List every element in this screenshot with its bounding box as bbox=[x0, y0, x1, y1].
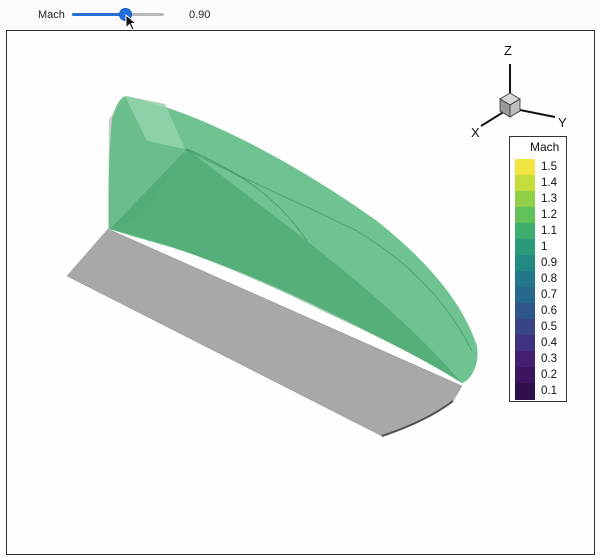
toolbar: Mach 0.90 bbox=[0, 0, 600, 31]
mach-slider-track[interactable] bbox=[72, 8, 164, 21]
legend-swatch bbox=[515, 191, 535, 208]
mach-slider-value: 0.90 bbox=[189, 9, 211, 21]
mach-slider-label: Mach bbox=[38, 9, 65, 21]
legend-tick-label: 1.1 bbox=[541, 225, 557, 237]
legend-tick-label: 0.3 bbox=[541, 353, 557, 365]
axis-label-y: Y bbox=[558, 115, 567, 130]
legend-swatch bbox=[515, 223, 535, 240]
legend-swatch bbox=[515, 255, 535, 272]
legend-swatch bbox=[515, 319, 535, 336]
legend-swatch bbox=[515, 207, 535, 224]
mach-slider-fill bbox=[72, 13, 126, 16]
legend-colorbar bbox=[515, 159, 535, 400]
legend-tick-label: 0.2 bbox=[541, 369, 557, 381]
legend-tick-label: 1.5 bbox=[541, 161, 557, 173]
mach-legend: Mach 1.5 1.4 1.3 1.2 1.1 1 0.9 0.8 0.7 0.6 0.5 0.4 0… bbox=[509, 136, 567, 402]
legend-tick-label: 0.4 bbox=[541, 337, 557, 349]
legend-tick-label: 0.7 bbox=[541, 289, 557, 301]
legend-tick-label: 0.5 bbox=[541, 321, 557, 333]
legend-swatch bbox=[515, 271, 535, 288]
legend-swatch bbox=[515, 335, 535, 352]
legend-swatch bbox=[515, 287, 535, 304]
legend-swatch bbox=[515, 383, 535, 400]
axis-label-z: Z bbox=[504, 43, 512, 58]
orientation-triad bbox=[480, 64, 556, 127]
legend-swatch bbox=[515, 175, 535, 192]
legend-tick-label: 0.1 bbox=[541, 385, 557, 397]
legend-tick-label: 1.2 bbox=[541, 209, 557, 221]
legend-swatch bbox=[515, 159, 535, 176]
legend-swatch bbox=[515, 351, 535, 368]
render-viewport[interactable]: Z Y X Mach 1.5 1.4 1.3 1.2 1.1 1 0.9 0.8 0.7 0.6 0… bbox=[6, 30, 595, 555]
legend-swatch bbox=[515, 303, 535, 320]
legend-swatch bbox=[515, 239, 535, 256]
legend-swatch bbox=[515, 367, 535, 384]
legend-tick-label: 0.8 bbox=[541, 273, 557, 285]
legend-tick-label: 1 bbox=[541, 241, 548, 253]
axis-label-x: X bbox=[471, 125, 480, 140]
legend-tick-label: 0.6 bbox=[541, 305, 557, 317]
legend-tick-label: 1.3 bbox=[541, 193, 557, 205]
legend-title: Mach bbox=[530, 140, 560, 154]
legend-tick-label: 1.4 bbox=[541, 177, 557, 189]
3d-scene[interactable] bbox=[7, 31, 595, 555]
legend-tick-label: 0.9 bbox=[541, 257, 557, 269]
